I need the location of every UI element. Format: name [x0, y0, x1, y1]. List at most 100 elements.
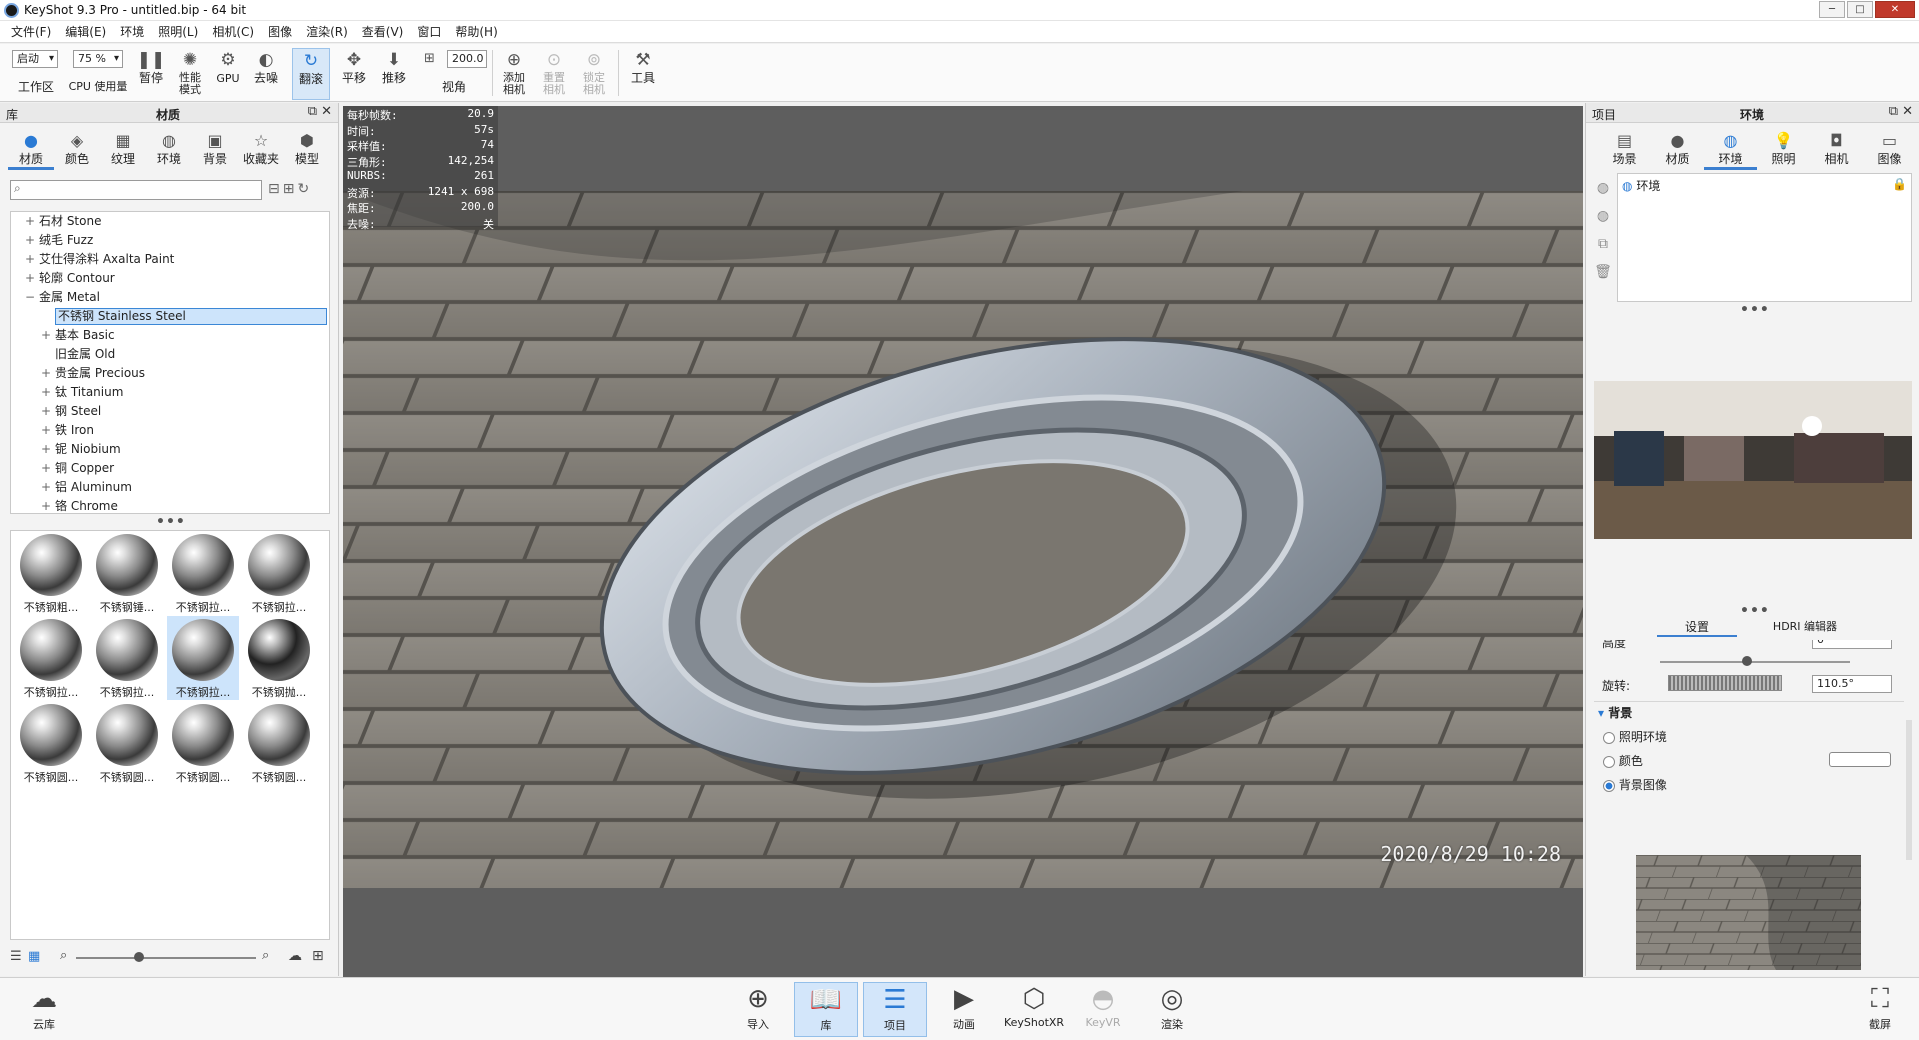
minimize-button[interactable]: ─ — [1819, 1, 1845, 18]
height-slider-handle[interactable] — [1742, 656, 1752, 666]
material-thumb[interactable]: 不锈钢圆... — [91, 701, 163, 785]
material-thumb-selected[interactable]: 不锈钢拉... — [167, 616, 239, 700]
menu-edit[interactable]: 编辑(E) — [58, 23, 113, 40]
tab-materials[interactable]: ● 材质 — [8, 130, 54, 170]
menu-camera[interactable]: 相机(C) — [205, 23, 261, 40]
material-thumb[interactable]: 不锈钢圆... — [243, 701, 315, 785]
splitter-handle-icon[interactable]: ••• — [1740, 302, 1770, 318]
menu-render[interactable]: 渲染(R) — [299, 23, 355, 40]
tree-item[interactable]: + 贵金属 Precious — [11, 364, 329, 383]
dolly-button[interactable]: ⬇ 推移 — [378, 48, 410, 100]
gpu-button[interactable]: ⚙ GPU — [212, 48, 244, 100]
tumble-button[interactable]: ↻ 翻滚 — [292, 48, 330, 100]
splitter-handle-icon[interactable]: ••• — [1740, 603, 1770, 619]
height-input[interactable]: 0 — [1812, 640, 1892, 649]
collapse-icon[interactable]: − — [25, 288, 35, 307]
library-tree-tools[interactable]: ⊟⊞↻ — [268, 181, 312, 197]
render-button[interactable]: ◎ 渲染 — [1140, 982, 1204, 1037]
menu-window[interactable]: 窗口 — [410, 23, 448, 40]
material-thumb[interactable]: 不锈钢圆... — [167, 701, 239, 785]
workspace-select[interactable]: 启动 — [12, 50, 58, 68]
keyvr-button[interactable]: ◓ KeyVR — [1071, 982, 1135, 1037]
expand-icon[interactable]: + — [41, 402, 51, 421]
expand-icon[interactable]: + — [41, 440, 51, 459]
add-camera-button[interactable]: ⊕ 添加 相机 — [498, 48, 530, 100]
expand-icon[interactable]: + — [25, 212, 35, 231]
tab-environments[interactable]: ◍ 环境 — [146, 130, 192, 170]
project-button[interactable]: ☰ 项目 — [863, 982, 927, 1037]
material-thumb[interactable]: 不锈钢粗... — [15, 531, 87, 615]
tree-item[interactable]: − 金属 Metal — [11, 288, 329, 307]
keyshotxr-button[interactable]: ⬡ KeyShotXR — [1001, 982, 1067, 1037]
environment-list-item[interactable]: ◍ 环境 🔒 — [1618, 174, 1911, 197]
rotation-dial[interactable] — [1668, 675, 1782, 691]
subtab-settings[interactable]: 设置 — [1657, 618, 1737, 637]
expand-icon[interactable]: + — [41, 326, 51, 345]
tab-backgrounds[interactable]: ▣ 背景 — [192, 130, 238, 170]
tree-item[interactable]: + 艾仕得涂料 Axalta Paint — [11, 250, 329, 269]
tab-textures[interactable]: ▦ 纹理 — [100, 130, 146, 170]
tree-item[interactable]: + 绒毛 Fuzz — [11, 231, 329, 250]
menu-environment[interactable]: 环境 — [113, 23, 151, 40]
pan-button[interactable]: ✥ 平移 — [338, 48, 370, 100]
bg-color-swatch[interactable] — [1829, 752, 1891, 767]
expand-icon[interactable]: + — [41, 383, 51, 402]
background-image-thumbnail[interactable] — [1636, 855, 1861, 970]
menu-help[interactable]: 帮助(H) — [448, 23, 504, 40]
cpu-usage-select[interactable]: 75 % — [73, 50, 123, 68]
rotation-input[interactable]: 110.5° — [1812, 675, 1892, 693]
bg-option-lighting[interactable]: 照明环境 — [1603, 728, 1667, 745]
project-panel-close-icon[interactable]: ⧉ ✕ — [1889, 104, 1913, 119]
right-scrollbar[interactable] — [1906, 720, 1912, 860]
menu-lighting[interactable]: 照明(L) — [151, 23, 205, 40]
grid-view-icon[interactable]: ▦ — [28, 949, 40, 964]
tree-item[interactable]: + 铌 Niobium — [11, 440, 329, 459]
material-thumb[interactable]: 不锈钢拉... — [91, 616, 163, 700]
tab-colors[interactable]: ◈ 颜色 — [54, 130, 100, 170]
tree-item[interactable]: + 钛 Titanium — [11, 383, 329, 402]
expand-icon[interactable]: + — [41, 497, 51, 513]
tree-item[interactable]: + 铁 Iron — [11, 421, 329, 440]
tab-material[interactable]: ● 材质 — [1651, 130, 1704, 170]
performance-mode-button[interactable]: ✺ 性能 模式 — [172, 48, 208, 100]
reset-camera-button[interactable]: ⊙ 重置 相机 — [538, 48, 570, 100]
render-image[interactable]: 2020/8/29 10:28 — [343, 191, 1583, 888]
splitter-handle-icon[interactable]: ••• — [156, 514, 186, 530]
cloud-upload-icon[interactable]: ☁ — [288, 948, 302, 964]
subtab-hdri-editor[interactable]: HDRI 编辑器 — [1760, 618, 1850, 634]
expand-icon[interactable]: + — [41, 459, 51, 478]
bg-option-image[interactable]: 背景图像 — [1603, 776, 1667, 793]
tree-item[interactable]: 旧金属 Old — [11, 345, 329, 364]
material-thumb[interactable]: 不锈钢锤... — [91, 531, 163, 615]
bg-option-color[interactable]: 颜色 — [1603, 752, 1643, 769]
close-button[interactable]: ✕ — [1875, 1, 1915, 18]
tree-item[interactable]: + 铬 Chrome — [11, 497, 329, 513]
expand-icon[interactable]: + — [41, 478, 51, 497]
tree-item[interactable]: + 铝 Aluminum — [11, 478, 329, 497]
tree-item[interactable]: + 铜 Copper — [11, 459, 329, 478]
animation-button[interactable]: ▶ 动画 — [932, 982, 996, 1037]
material-thumb[interactable]: 不锈钢拉... — [243, 531, 315, 615]
panel-close-icon[interactable]: ⧉ ✕ — [308, 104, 332, 119]
denoise-button[interactable]: ◐ 去噪 — [250, 48, 282, 100]
menu-view[interactable]: 查看(V) — [355, 23, 411, 40]
library-button[interactable]: 📖 库 — [794, 982, 858, 1037]
tree-item[interactable]: + 基本 Basic — [11, 326, 329, 345]
tree-item[interactable]: 不锈钢 Stainless Steel — [11, 307, 329, 326]
height-slider[interactable] — [1660, 661, 1850, 663]
pause-button[interactable]: ❚❚ 暂停 — [135, 48, 167, 100]
material-thumb[interactable]: 不锈钢抛... — [243, 616, 315, 700]
screenshot-button[interactable]: ⛶ 截屏 — [1848, 982, 1912, 1037]
tab-environment[interactable]: ◍ 环境 — [1704, 130, 1757, 170]
expand-icon[interactable]: + — [41, 421, 51, 440]
tree-item[interactable]: + 轮廓 Contour — [11, 269, 329, 288]
maximize-button[interactable]: □ — [1847, 1, 1873, 18]
environment-tools[interactable]: ◍ ◍ ⧉ 🗑 — [1594, 174, 1612, 286]
tree-item[interactable]: + 钢 Steel — [11, 402, 329, 421]
tab-camera[interactable]: ◘ 相机 — [1810, 130, 1863, 170]
tab-scene[interactable]: ▤ 场景 — [1598, 130, 1651, 170]
slider-handle[interactable] — [134, 952, 144, 962]
tab-image[interactable]: ▭ 图像 — [1863, 130, 1916, 170]
tree-item[interactable]: + 石材 Stone — [11, 212, 329, 231]
tools-button[interactable]: ⚒ 工具 — [626, 48, 660, 100]
